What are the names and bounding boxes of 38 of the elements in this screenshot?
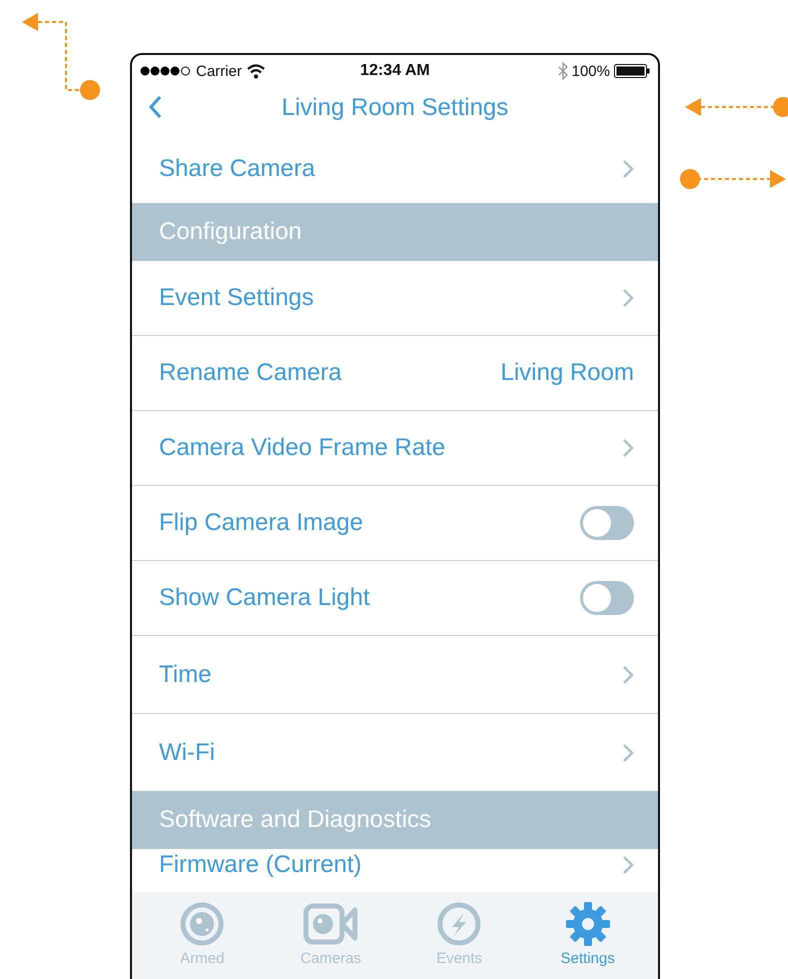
tab-item[interactable]: Settings: [532, 892, 643, 979]
camera-lens-icon: [180, 902, 224, 946]
chevron-right-icon[interactable]: [622, 664, 634, 684]
settings-icon: [566, 902, 610, 946]
back-chevron-icon: [148, 95, 162, 119]
chevron-right-icon[interactable]: [622, 438, 634, 458]
settings-row-label[interactable]: Time: [159, 660, 212, 688]
chevron-right-icon[interactable]: [622, 288, 634, 308]
tab-item[interactable]: Events: [404, 892, 514, 979]
toggle-switch[interactable]: [580, 581, 634, 615]
settings-row-label[interactable]: Rename Camera: [159, 359, 342, 387]
chevron-right-icon[interactable]: [622, 158, 634, 178]
battery-icon: [614, 64, 650, 78]
chevron-right-icon[interactable]: [622, 855, 634, 875]
settings-row-label[interactable]: Firmware (Current): [159, 851, 362, 879]
carrier-name: Carrier: [196, 62, 242, 80]
settings-row-label[interactable]: Share Camera: [159, 154, 316, 182]
bluetooth-icon: [558, 62, 568, 80]
settings-row-label[interactable]: Camera Video Frame Rate: [159, 434, 446, 462]
section-header: Software and Diagnostics: [159, 806, 432, 834]
section-header: Configuration: [159, 218, 302, 246]
chevron-right-icon[interactable]: [622, 742, 634, 762]
setting-value: Living Room: [500, 359, 634, 387]
setting-label: Show Camera Light: [159, 584, 370, 612]
screen-title: Living Room Settings: [282, 94, 508, 122]
battery-percent: 100%: [572, 62, 610, 80]
toggle-switch[interactable]: [580, 506, 634, 540]
video-camera-icon: [303, 902, 358, 946]
back-button[interactable]: [148, 95, 162, 119]
setting-label: Flip Camera Image: [159, 509, 364, 537]
tab-item[interactable]: Armed: [147, 892, 258, 979]
tab-item[interactable]: Cameras: [276, 892, 386, 979]
settings-row-label[interactable]: Event Settings: [159, 284, 314, 312]
signal-dots-icon: [140, 66, 192, 76]
wifi-icon: [246, 64, 266, 78]
settings-row-label[interactable]: Wi-Fi: [159, 738, 215, 766]
lightning-icon: [437, 902, 482, 946]
status-time: 12:34 AM: [360, 62, 430, 80]
